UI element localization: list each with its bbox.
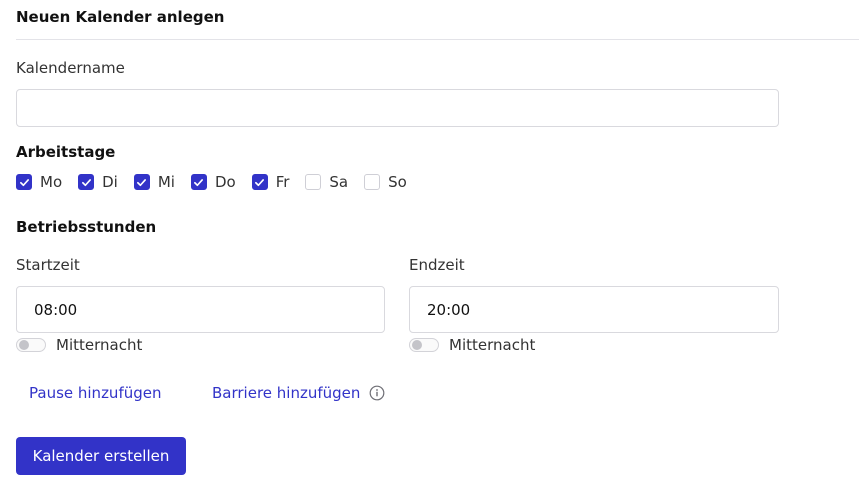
workday-checkbox[interactable] [190, 174, 207, 190]
start-midnight-toggle[interactable]: Mitternacht [16, 335, 142, 355]
create-calendar-button[interactable]: Kalender erstellen [16, 437, 186, 475]
toggle-knob [412, 340, 422, 350]
workday-label: Sa [329, 173, 349, 191]
check-icon [194, 178, 204, 186]
workday-checkbox[interactable] [16, 174, 32, 190]
workday-checkbox[interactable] [305, 174, 322, 190]
workday-label: So [388, 173, 407, 191]
toggle-knob [19, 340, 29, 350]
start-time-input[interactable]: 08:00 [16, 286, 385, 333]
end-time-input[interactable]: 20:00 [409, 286, 779, 333]
workday-fr[interactable]: Fr [251, 173, 290, 191]
end-time-value: 20:00 [427, 300, 471, 319]
add-pause-link[interactable]: Pause hinzufügen [29, 384, 162, 402]
workday-checkbox[interactable] [133, 174, 150, 190]
workday-label: Di [102, 173, 118, 191]
workday-so[interactable]: So [364, 173, 407, 191]
workday-checkbox[interactable] [251, 174, 268, 190]
end-midnight-switch[interactable] [409, 338, 439, 352]
workdays-heading: Arbeitstage [16, 143, 116, 161]
add-barrier-group: Barriere hinzufügen [212, 384, 385, 402]
workday-mo[interactable]: Mo [16, 173, 62, 191]
calendar-name-input[interactable] [16, 89, 779, 127]
end-midnight-label: Mitternacht [449, 336, 536, 354]
workday-label: Do [214, 173, 236, 191]
end-time-label: Endzeit [409, 256, 465, 274]
workday-do[interactable]: Do [190, 173, 236, 191]
workday-di[interactable]: Di [78, 173, 118, 191]
hours-heading: Betriebsstunden [16, 218, 157, 236]
end-midnight-toggle[interactable]: Mitternacht [409, 335, 535, 355]
workday-checkbox[interactable] [78, 174, 95, 190]
calendar-name-label: Kalendername [16, 59, 125, 77]
check-icon [255, 178, 265, 186]
workdays-group: Mo Di Mi Do Fr Sa So [16, 172, 423, 192]
start-midnight-switch[interactable] [16, 338, 46, 352]
workday-label: Mo [40, 173, 63, 191]
start-midnight-label: Mitternacht [56, 336, 143, 354]
workday-label: Mi [157, 173, 175, 191]
page-title: Neuen Kalender anlegen [16, 8, 225, 26]
add-barrier-link[interactable]: Barriere hinzufügen [212, 384, 360, 402]
title-divider [16, 39, 859, 40]
check-icon [137, 178, 147, 186]
info-icon[interactable] [369, 385, 385, 401]
workday-checkbox[interactable] [364, 174, 381, 190]
workday-mi[interactable]: Mi [133, 173, 175, 191]
workday-sa[interactable]: Sa [305, 173, 348, 191]
start-time-value: 08:00 [34, 300, 78, 319]
check-icon [81, 178, 91, 186]
start-time-label: Startzeit [16, 256, 80, 274]
workday-label: Fr [275, 173, 290, 191]
check-icon [19, 178, 29, 186]
